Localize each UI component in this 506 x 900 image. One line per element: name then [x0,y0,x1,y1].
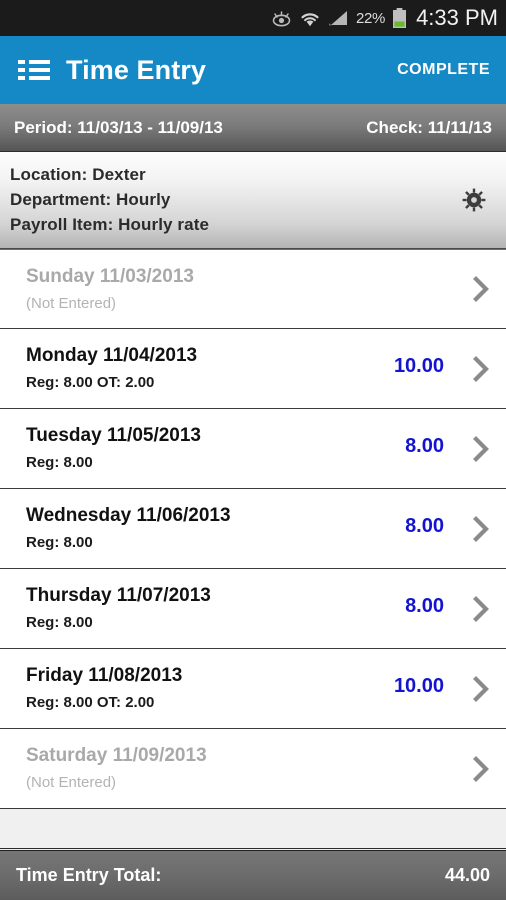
action-bar: Time Entry COMPLETE [0,36,506,104]
payroll-item-label: Payroll Item: Hourly rate [10,215,210,234]
chevron-right-icon [470,755,492,782]
row-detail-label: Reg: 8.00 OT: 2.00 [26,694,155,711]
total-label: Time Entry Total: [16,865,162,885]
row-day-label: Wednesday 11/06/2013 [26,505,231,526]
chevron-right-icon [470,595,492,622]
clock-label: 4:33 PM [416,5,498,30]
row-total-value: 8.00 [405,515,444,537]
battery-percent-label: 22% [355,9,386,27]
table-row[interactable]: Saturday 11/09/2013 (Not Entered) [0,729,506,809]
list-menu-icon[interactable] [18,58,50,82]
page-title: Time Entry [66,54,207,85]
total-bar: Time Entry Total: 44.00 [0,850,506,900]
table-row[interactable]: Sunday 11/03/2013 (Not Entered) [0,249,506,329]
row-detail-label: Reg: 8.00 [26,614,93,631]
list-empty-space [0,809,506,849]
row-texts: Wednesday 11/06/2013 Reg: 8.00 [26,503,231,554]
row-detail-label: (Not Entered) [26,294,117,312]
location-label: Location: Dexter [10,165,146,184]
total-value: 44.00 [444,865,490,885]
status-bar-icons: 22% [271,8,407,28]
wifi-icon [299,10,321,27]
row-total-value: 8.00 [405,435,444,457]
row-total-value: 8.00 [405,595,444,617]
chevron-right-icon [470,276,492,302]
row-texts: Thursday 11/07/2013 Reg: 8.00 [26,583,211,634]
chevron-right-icon [470,515,492,542]
row-day-label: Thursday 11/07/2013 [26,585,211,606]
info-panel: Location: Dexter Department: Hourly Payr… [0,152,506,249]
signal-icon [328,10,348,26]
app-root: 22% 4:33 PM Time Entry COMPLETE Period: … [0,0,506,900]
row-texts: Sunday 11/03/2013 (Not Entered) [26,264,194,315]
chevron-right-icon [470,675,492,702]
complete-button[interactable]: COMPLETE [397,61,490,79]
row-day-label: Sunday 11/03/2013 [26,265,194,287]
smart-stay-eye-icon [271,10,292,27]
row-texts: Friday 11/08/2013 Reg: 8.00 OT: 2.00 [26,663,182,714]
battery-icon [392,8,407,28]
table-row[interactable]: Thursday 11/07/2013 Reg: 8.00 8.00 [0,569,506,649]
chevron-right-icon [470,435,492,462]
row-texts: Tuesday 11/05/2013 Reg: 8.00 [26,423,201,474]
table-row[interactable]: Wednesday 11/06/2013 Reg: 8.00 8.00 [0,489,506,569]
department-label: Department: Hourly [10,190,171,209]
gear-icon[interactable] [462,188,486,212]
row-day-label: Friday 11/08/2013 [26,665,183,686]
row-detail-label: Reg: 8.00 OT: 2.00 [26,374,155,391]
check-date-label: Check: 11/11/13 [366,117,492,137]
row-detail-label: Reg: 8.00 [26,454,93,471]
time-entry-list: Sunday 11/03/2013 (Not Entered) Monday 11/… [0,249,506,850]
period-label: Period: 11/03/13 - 11/09/13 [14,117,223,137]
table-row[interactable]: Monday 11/04/2013 Reg: 8.00 OT: 2.00 10.00 [0,329,506,409]
row-day-label: Tuesday 11/05/2013 [26,425,201,446]
status-bar: 22% 4:33 PM [0,0,506,36]
table-row[interactable]: Friday 11/08/2013 Reg: 8.00 OT: 2.00 10.00 [0,649,506,729]
row-day-label: Monday 11/04/2013 [26,345,198,366]
row-detail-label: (Not Entered) [26,774,117,791]
row-total-value: 10.00 [393,355,444,377]
row-day-label: Saturday 11/09/2013 [26,745,207,766]
period-bar: Period: 11/03/13 - 11/09/13 Check: 11/11… [0,104,506,152]
row-texts: Monday 11/04/2013 Reg: 8.00 OT: 2.00 [26,343,197,394]
chevron-right-icon [470,355,492,382]
table-row[interactable]: Tuesday 11/05/2013 Reg: 8.00 8.00 [0,409,506,489]
row-texts: Saturday 11/09/2013 (Not Entered) [26,743,207,794]
row-detail-label: Reg: 8.00 [26,534,93,551]
row-total-value: 10.00 [393,675,444,697]
